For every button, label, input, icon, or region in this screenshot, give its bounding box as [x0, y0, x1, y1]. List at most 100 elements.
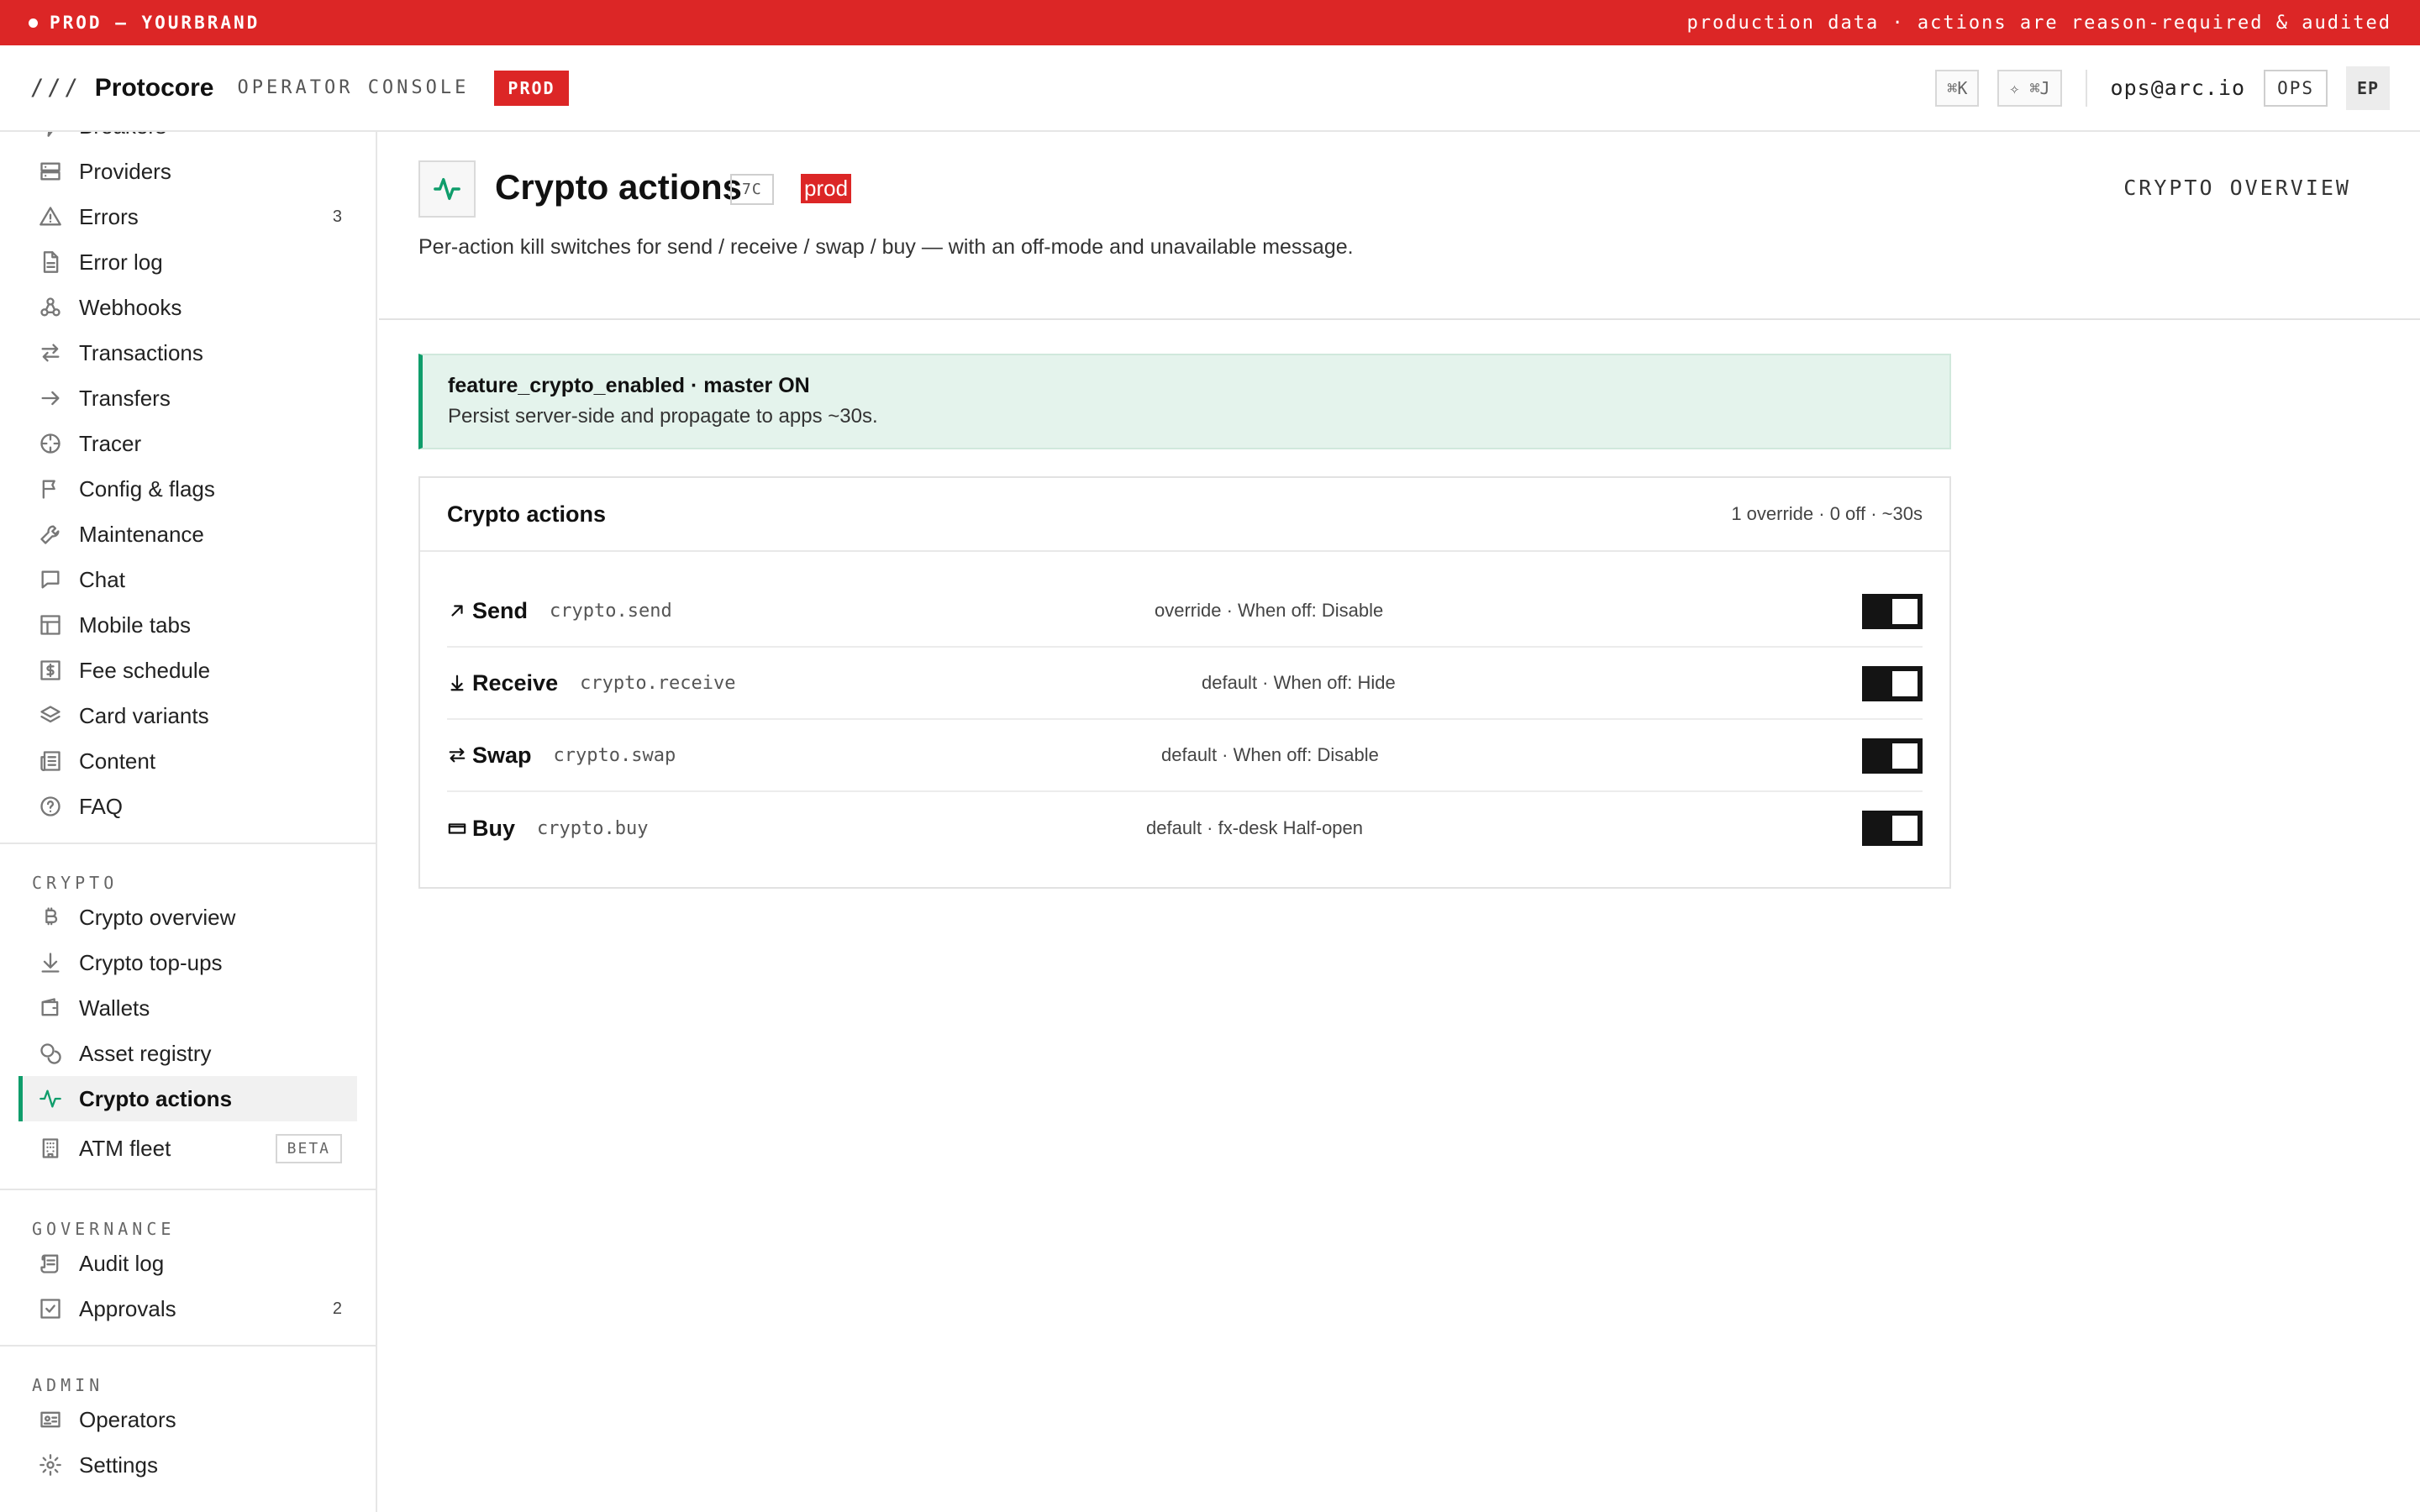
crosshair-icon: [37, 430, 64, 457]
sidebar-item-label: Asset registry: [79, 1040, 212, 1066]
sidebar-item-audit-log[interactable]: Audit log: [0, 1241, 376, 1286]
brand-name[interactable]: Protocore: [95, 74, 214, 102]
banner-warning: production data · actions are reason-req…: [1686, 12, 2391, 34]
avatar[interactable]: EP: [2346, 66, 2390, 110]
page-header: Crypto actions 7C prod CRYPTO OVERVIEW P…: [379, 132, 2420, 320]
sidebar-item-mobile-tabs[interactable]: Mobile tabs: [0, 602, 376, 648]
arrow-down-icon: [447, 673, 467, 693]
sidebar-item-label: Mobile tabs: [79, 612, 191, 638]
sidebar-item-label: Errors: [79, 203, 139, 229]
sidebar-item-label: Crypto actions: [79, 1085, 233, 1111]
master-flag-callout: feature_crypto_enabled · master ON Persi…: [418, 354, 1951, 449]
action-row-receive: Receive crypto.receive default · When of…: [447, 648, 1923, 720]
arrows-icon: [37, 339, 64, 366]
sidebar-item-webhooks[interactable]: Webhooks: [0, 285, 376, 330]
sidebar-item-operators[interactable]: Operators: [0, 1397, 376, 1442]
sidebar-item-content[interactable]: Content: [0, 738, 376, 784]
sidebar-item-label: Card variants: [79, 702, 209, 728]
sidebar-item-fee-schedule[interactable]: Fee schedule: [0, 648, 376, 693]
toggle-knob: [1892, 671, 1918, 696]
action-key: crypto.receive: [580, 672, 736, 694]
user-email[interactable]: ops@arc.io: [2111, 76, 2246, 100]
coins-icon: [37, 1040, 64, 1067]
sidebar-divider: [0, 1345, 376, 1347]
sidebar-item-tracer[interactable]: Tracer: [0, 421, 376, 466]
toggle-knob: [1892, 599, 1918, 624]
panel-title: Crypto actions: [447, 501, 607, 527]
server-icon: [37, 158, 64, 185]
sidebar-item-providers[interactable]: Providers: [0, 149, 376, 194]
callout-title: feature_crypto_enabled · master ON: [448, 374, 810, 397]
sidebar-item-label: Settings: [79, 1452, 158, 1478]
banner-env-label: PROD — YOURBRAND: [50, 13, 260, 33]
sidebar-item-card-variants[interactable]: Card variants: [0, 693, 376, 738]
sidebar-item-atm-fleet[interactable]: ATM fleet BETA: [0, 1121, 376, 1175]
sidebar-item-approvals[interactable]: Approvals 2: [0, 1286, 376, 1331]
sidebar-item-label: Breakers: [79, 132, 166, 139]
sidebar-item-maintenance[interactable]: Maintenance: [0, 512, 376, 557]
page-description: Per-action kill switches for send / rece…: [418, 235, 1354, 259]
sidebar-item-settings[interactable]: Settings: [0, 1442, 376, 1488]
sidebar-divider: [0, 1189, 376, 1190]
sidebar-item-count: 2: [332, 1299, 342, 1318]
dollar-icon: [37, 657, 64, 684]
sidebar-item-label: FAQ: [79, 793, 124, 819]
gear-icon: [37, 1452, 64, 1478]
sidebar-item-label: Crypto overview: [79, 904, 236, 930]
newspaper-icon: [37, 748, 64, 774]
layers-icon: [37, 702, 64, 729]
sidebar-item-asset-registry[interactable]: Asset registry: [0, 1031, 376, 1076]
action-status: default · When off: Hide: [1202, 672, 1396, 693]
buy-toggle[interactable]: [1862, 811, 1923, 846]
arrow-right-icon: [37, 385, 64, 412]
sidebar-item-transactions[interactable]: Transactions: [0, 330, 376, 375]
sidebar-section-governance: GOVERNANCE: [32, 1219, 176, 1239]
sidebar-item-faq[interactable]: FAQ: [0, 784, 376, 829]
sidebar-item-label: Audit log: [79, 1250, 165, 1276]
help-icon: [37, 793, 64, 820]
sidebar-item-transfers[interactable]: Transfers: [0, 375, 376, 421]
page-shortcut: 7C: [730, 174, 774, 205]
sidebar-item-config-flags[interactable]: Config & flags: [0, 466, 376, 512]
action-name: Buy: [472, 815, 516, 841]
warning-icon: [37, 203, 64, 230]
ai-assistant-button[interactable]: ✧ ⌘J: [1997, 69, 2062, 107]
send-toggle[interactable]: [1862, 594, 1923, 629]
action-status: default · When off: Disable: [1161, 744, 1379, 765]
action-row-send: Send crypto.send override · When off: Di…: [447, 575, 1923, 648]
receive-toggle[interactable]: [1862, 666, 1923, 701]
sidebar-item-label: Error log: [79, 249, 163, 275]
sidebar-item-breakers[interactable]: Breakers 1: [0, 132, 376, 149]
main-content: Crypto actions 7C prod CRYPTO OVERVIEW P…: [379, 132, 2420, 1512]
card-icon: [447, 818, 467, 838]
sidebar-item-crypto-actions[interactable]: Crypto actions: [18, 1076, 357, 1121]
swap-toggle[interactable]: [1862, 738, 1923, 774]
sidebar-section-crypto: CRYPTO: [32, 873, 118, 893]
crypto-overview-link[interactable]: CRYPTO OVERVIEW: [2123, 176, 2351, 200]
header-divider: [2085, 69, 2087, 107]
panel-header: Crypto actions 1 override · 0 off · ~30s: [420, 478, 1949, 552]
toggle-knob: [1892, 816, 1918, 841]
bitcoin-icon: [37, 904, 64, 931]
building-icon: [37, 1135, 64, 1162]
environment-banner: PROD — YOURBRAND production data · actio…: [0, 0, 2420, 45]
check-square-icon: [37, 1295, 64, 1322]
role-badge: OPS: [2264, 69, 2328, 107]
sidebar-item-label: Transactions: [79, 339, 203, 365]
sidebar-item-errors[interactable]: Errors 3: [0, 194, 376, 239]
action-name: Receive: [472, 669, 559, 696]
sidebar-item-label: Transfers: [79, 385, 171, 411]
arrow-up-right-icon: [447, 601, 467, 621]
download-icon: [37, 949, 64, 976]
callout-body: Persist server-side and propagate to app…: [448, 405, 878, 428]
sidebar-item-label: Chat: [79, 566, 125, 592]
sidebar-item-wallets[interactable]: Wallets: [0, 985, 376, 1031]
sidebar-item-crypto-overview[interactable]: Crypto overview: [0, 895, 376, 940]
sidebar-item-chat[interactable]: Chat: [0, 557, 376, 602]
sidebar-divider: [0, 843, 376, 844]
sidebar-item-label: Wallets: [79, 995, 150, 1021]
sidebar-item-error-log[interactable]: Error log: [0, 239, 376, 285]
sidebar-item-crypto-top-ups[interactable]: Crypto top-ups: [0, 940, 376, 985]
action-row-buy: Buy crypto.buy default · fx-desk Half-op…: [447, 792, 1923, 864]
command-palette-button[interactable]: ⌘K: [1935, 69, 1980, 107]
